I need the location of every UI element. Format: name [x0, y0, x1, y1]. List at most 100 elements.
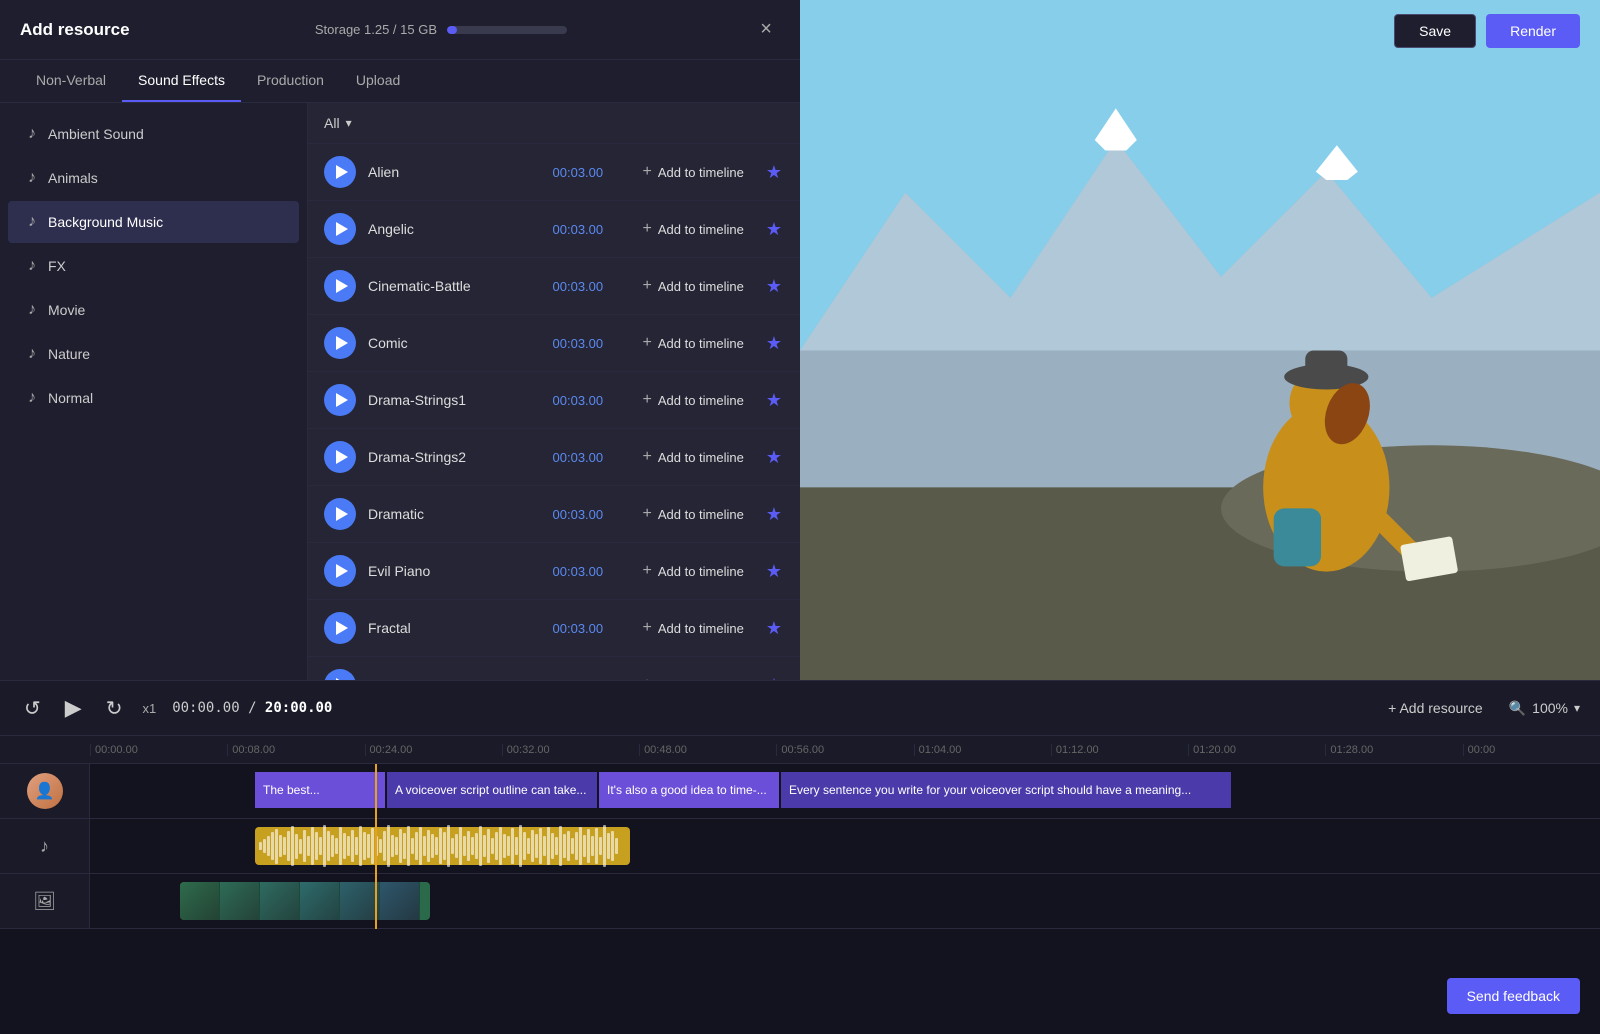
add-to-timeline-btn-evil-piano[interactable]: + Add to timeline [635, 558, 752, 584]
star-btn-drama-strings2[interactable]: ★ [764, 445, 784, 470]
render-button[interactable]: Render [1486, 14, 1580, 48]
star-btn-dramatic[interactable]: ★ [764, 502, 784, 527]
plus-icon: + [643, 163, 652, 181]
close-button[interactable]: × [752, 14, 780, 45]
video-thumb [180, 882, 220, 920]
waveform-bar [539, 828, 542, 864]
star-btn-evil-piano[interactable]: ★ [764, 559, 784, 584]
filter-row: All ▾ [308, 103, 800, 144]
waveform-bar [507, 836, 510, 856]
sound-duration-drama-strings1: 00:03.00 [553, 393, 623, 408]
waveform-bar [451, 838, 454, 854]
play-btn-cinematic-battle[interactable] [324, 270, 356, 302]
waveform-bar [351, 830, 354, 862]
add-to-timeline-btn-cinematic-battle[interactable]: + Add to timeline [635, 273, 752, 299]
modal-panel: Add resource Storage 1.25 / 15 GB × Non-… [0, 0, 800, 680]
play-button[interactable]: ▶ [61, 691, 86, 725]
audio-waveform[interactable] [255, 827, 630, 865]
speed-indicator: x1 [142, 701, 156, 716]
content-area: ♪ Ambient Sound ♪ Animals ♪ Background M… [0, 103, 800, 680]
waveform-bar [435, 837, 438, 855]
play-btn-drama-strings1[interactable] [324, 384, 356, 416]
ruler-mark: 01:12.00 [1051, 744, 1188, 756]
plus-icon: + [643, 562, 652, 580]
sound-duration-alien: 00:03.00 [553, 165, 623, 180]
star-btn-cinematic-battle[interactable]: ★ [764, 274, 784, 299]
video-thumb [340, 882, 380, 920]
sidebar-item-movie[interactable]: ♪ Movie [8, 289, 299, 331]
fast-forward-button[interactable]: ↻ [102, 692, 127, 725]
caption-clip-3[interactable]: It's also a good idea to time-... [599, 772, 779, 808]
add-to-timeline-btn-dramatic[interactable]: + Add to timeline [635, 501, 752, 527]
track-row-video: 🖼 [0, 874, 1600, 929]
tab-production[interactable]: Production [241, 60, 340, 102]
play-btn-comic[interactable] [324, 327, 356, 359]
video-preview-panel [800, 0, 1600, 680]
star-btn-comic[interactable]: ★ [764, 331, 784, 356]
track-label-audio: ♪ [0, 819, 90, 873]
sound-item-alien: Alien 00:03.00 + Add to timeline ★ [308, 144, 800, 201]
playhead[interactable] [375, 764, 377, 929]
play-btn-grand-finale-orchestra[interactable] [324, 669, 356, 680]
caption-clip-2[interactable]: A voiceover script outline can take... [387, 772, 597, 808]
track-content-audio [90, 819, 1600, 873]
preview-background [800, 0, 1600, 680]
sidebar-item-ambient-sound[interactable]: ♪ Ambient Sound [8, 113, 299, 155]
add-to-timeline-btn-fractal[interactable]: + Add to timeline [635, 615, 752, 641]
add-to-timeline-btn-angelic[interactable]: + Add to timeline [635, 216, 752, 242]
waveform-bar [587, 829, 590, 863]
tab-non-verbal[interactable]: Non-Verbal [20, 60, 122, 102]
video-track[interactable] [180, 882, 430, 920]
play-btn-evil-piano[interactable] [324, 555, 356, 587]
track-row-captions: 👤 The best... A voiceover script outline… [0, 764, 1600, 819]
play-btn-angelic[interactable] [324, 213, 356, 245]
star-btn-angelic[interactable]: ★ [764, 217, 784, 242]
star-btn-drama-strings1[interactable]: ★ [764, 388, 784, 413]
play-btn-drama-strings2[interactable] [324, 441, 356, 473]
play-btn-fractal[interactable] [324, 612, 356, 644]
star-btn-fractal[interactable]: ★ [764, 616, 784, 641]
add-to-timeline-btn-drama-strings2[interactable]: + Add to timeline [635, 444, 752, 470]
add-to-timeline-btn-alien[interactable]: + Add to timeline [635, 159, 752, 185]
modal-title: Add resource [20, 20, 130, 40]
music-icon: ♪ [28, 125, 36, 143]
star-btn-grand-finale-orchestra[interactable]: ★ [764, 673, 784, 681]
waveform-bar [311, 827, 314, 865]
sound-duration-drama-strings2: 00:03.00 [553, 450, 623, 465]
add-to-timeline-btn-comic[interactable]: + Add to timeline [635, 330, 752, 356]
tab-upload[interactable]: Upload [340, 60, 416, 102]
send-feedback-button[interactable]: Send feedback [1447, 978, 1580, 1014]
waveform-bar [523, 832, 526, 860]
ruler-mark: 00:56.00 [776, 744, 913, 756]
rewind-button[interactable]: ↺ [20, 692, 45, 725]
ruler-mark: 00:24.00 [365, 744, 502, 756]
sidebar-item-normal[interactable]: ♪ Normal [8, 377, 299, 419]
filter-select[interactable]: All ▾ [324, 115, 352, 131]
sidebar-item-nature[interactable]: ♪ Nature [8, 333, 299, 375]
plus-icon: + [643, 448, 652, 466]
add-resource-button[interactable]: + Add resource [1378, 696, 1493, 720]
add-to-timeline-btn-drama-strings1[interactable]: + Add to timeline [635, 387, 752, 413]
add-to-timeline-btn-grand-finale-orchestra[interactable]: + Add to timeline [635, 672, 752, 680]
waveform-bar [547, 827, 550, 865]
star-btn-alien[interactable]: ★ [764, 160, 784, 185]
waveform-bar [571, 838, 574, 854]
waveform-bar [279, 835, 282, 857]
waveform-bar [347, 836, 350, 856]
caption-clip-4[interactable]: Every sentence you write for your voiceo… [781, 772, 1231, 808]
tab-sound-effects[interactable]: Sound Effects [122, 60, 241, 102]
sound-name-fractal: Fractal [368, 620, 541, 636]
sound-duration-dramatic: 00:03.00 [553, 507, 623, 522]
waveform-bar [415, 832, 418, 860]
sidebar-item-fx[interactable]: ♪ FX [8, 245, 299, 287]
save-button[interactable]: Save [1394, 14, 1476, 48]
play-btn-dramatic[interactable] [324, 498, 356, 530]
play-btn-alien[interactable] [324, 156, 356, 188]
modal-header: Add resource Storage 1.25 / 15 GB × [0, 0, 800, 60]
top-actions: Save Render [1394, 14, 1580, 48]
music-icon: ♪ [28, 389, 36, 407]
sidebar-item-background-music[interactable]: ♪ Background Music [8, 201, 299, 243]
caption-clip-1[interactable]: The best... [255, 772, 385, 808]
sidebar-item-animals[interactable]: ♪ Animals [8, 157, 299, 199]
waveform-bar [403, 833, 406, 859]
